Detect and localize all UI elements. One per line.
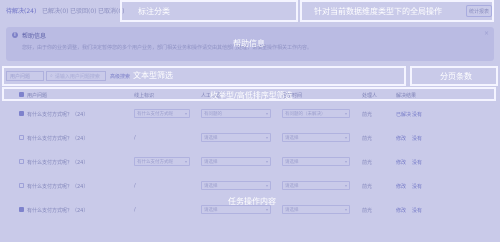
info-icon: i: [12, 32, 18, 38]
chevron-down-icon: ▾: [184, 159, 187, 164]
close-icon[interactable]: ×: [484, 30, 489, 37]
row-question: 有什么支付方式呢？（24）: [27, 208, 89, 214]
chevron-down-icon: ▾: [265, 207, 268, 212]
row-op-secondary[interactable]: 没有: [412, 135, 422, 142]
row-handle-select[interactable]: 有问题的 ▾: [201, 109, 271, 118]
tab-rejected[interactable]: 已驳回(0): [70, 6, 97, 15]
row-tag: /: [134, 135, 136, 141]
row-checkbox[interactable]: [19, 159, 24, 164]
chevron-down-icon: ▾: [265, 111, 268, 116]
row-handler: 前光: [362, 136, 373, 142]
annotation-text-filter: 文本型筛选: [133, 71, 173, 80]
row-handle-value: 有问题的: [204, 111, 222, 117]
row-question: 有什么支付方式呢？（24）: [27, 136, 89, 142]
row-op-secondary[interactable]: 没有: [412, 159, 422, 166]
row-op-primary[interactable]: 修改: [396, 183, 406, 190]
row-question: 有什么支付方式呢？（24）: [27, 112, 89, 118]
row-op-secondary[interactable]: 没有: [412, 207, 422, 214]
row-op-primary[interactable]: 修改: [396, 159, 406, 166]
chevron-down-icon: ▾: [344, 207, 347, 212]
row-reply-select[interactable]: 有问题的（未解决） ▾: [282, 109, 350, 118]
row-op-primary[interactable]: 已解决: [396, 111, 411, 118]
row-tag-select[interactable]: 有什么支付方式呢 ▾: [134, 157, 190, 166]
row-handle-value: 请选择: [204, 159, 218, 165]
row-reply-value: 有问题的（未解决）: [285, 111, 326, 117]
row-op-primary[interactable]: 修改: [396, 207, 406, 214]
row-op-primary[interactable]: 修改: [396, 135, 406, 142]
chevron-down-icon: ▾: [344, 111, 347, 116]
row-reply-value: 请选择: [285, 183, 299, 189]
row-checkbox[interactable]: [19, 135, 24, 140]
annotation-help-info: 帮助信息: [233, 39, 265, 48]
row-handler: 前光: [362, 160, 373, 166]
chevron-down-icon: ▾: [265, 159, 268, 164]
tab-pending[interactable]: 待解决(24): [6, 6, 36, 15]
annotation-task-content: 任务操作内容: [228, 197, 276, 206]
annotation-page-count: 分页条数: [440, 72, 472, 81]
row-op-secondary[interactable]: 没有: [412, 111, 422, 118]
row-tag-value: 有什么支付方式呢: [137, 111, 173, 117]
chevron-down-icon: ▾: [184, 111, 187, 116]
row-checkbox[interactable]: [19, 207, 24, 212]
annotation-tag-category: 标注分类: [138, 7, 170, 16]
row-question: 有什么支付方式呢？（24）: [27, 160, 89, 166]
row-reply-value: 请选择: [285, 135, 299, 141]
chevron-down-icon: ▾: [265, 183, 268, 188]
row-question: 有什么支付方式呢？（24）: [27, 184, 89, 190]
chevron-down-icon: ▾: [344, 159, 347, 164]
row-reply-select[interactable]: 请选择 ▾: [282, 205, 350, 214]
row-handler: 前光: [362, 208, 373, 214]
tab-resolved[interactable]: 已解决(0): [42, 6, 69, 15]
row-tag-value: 有什么支付方式呢: [137, 159, 173, 165]
row-handle-select[interactable]: 请选择 ▾: [201, 157, 271, 166]
row-reply-value: 请选择: [285, 207, 299, 213]
annotation-box-text-filter: [2, 66, 406, 86]
row-reply-select[interactable]: 请选择 ▾: [282, 157, 350, 166]
row-checkbox[interactable]: [19, 183, 24, 188]
row-reply-value: 请选择: [285, 159, 299, 165]
chevron-down-icon: ▾: [265, 135, 268, 140]
annotation-global-ops: 针对当前数据维度类型下的全局操作: [314, 7, 442, 16]
row-reply-select[interactable]: 请选择 ▾: [282, 181, 350, 190]
help-title: 帮助信息: [22, 33, 47, 40]
row-checkbox[interactable]: [19, 111, 24, 116]
chevron-down-icon: ▾: [344, 135, 347, 140]
row-handler: 前光: [362, 112, 373, 118]
row-handle-value: 请选择: [204, 183, 218, 189]
row-reply-select[interactable]: 请选择 ▾: [282, 133, 350, 142]
row-tag-select[interactable]: 有什么支付方式呢 ▾: [134, 109, 190, 118]
row-tag: /: [134, 207, 136, 213]
help-text: 您好，由于你的业务调整，我们决定暂停您的多个用户业务，部门相关业务和操作请交由其…: [22, 45, 313, 51]
row-handler: 前光: [362, 184, 373, 190]
row-tag: /: [134, 183, 136, 189]
row-handle-select[interactable]: 请选择 ▾: [201, 181, 271, 190]
row-handle-value: 请选择: [204, 207, 218, 213]
row-handle-select[interactable]: 请选择 ▾: [201, 133, 271, 142]
row-handle-value: 请选择: [204, 135, 218, 141]
annotation-sort-filter: 枚举型/高低排序型筛选: [210, 91, 293, 100]
chevron-down-icon: ▾: [344, 183, 347, 188]
row-op-secondary[interactable]: 没有: [412, 183, 422, 190]
